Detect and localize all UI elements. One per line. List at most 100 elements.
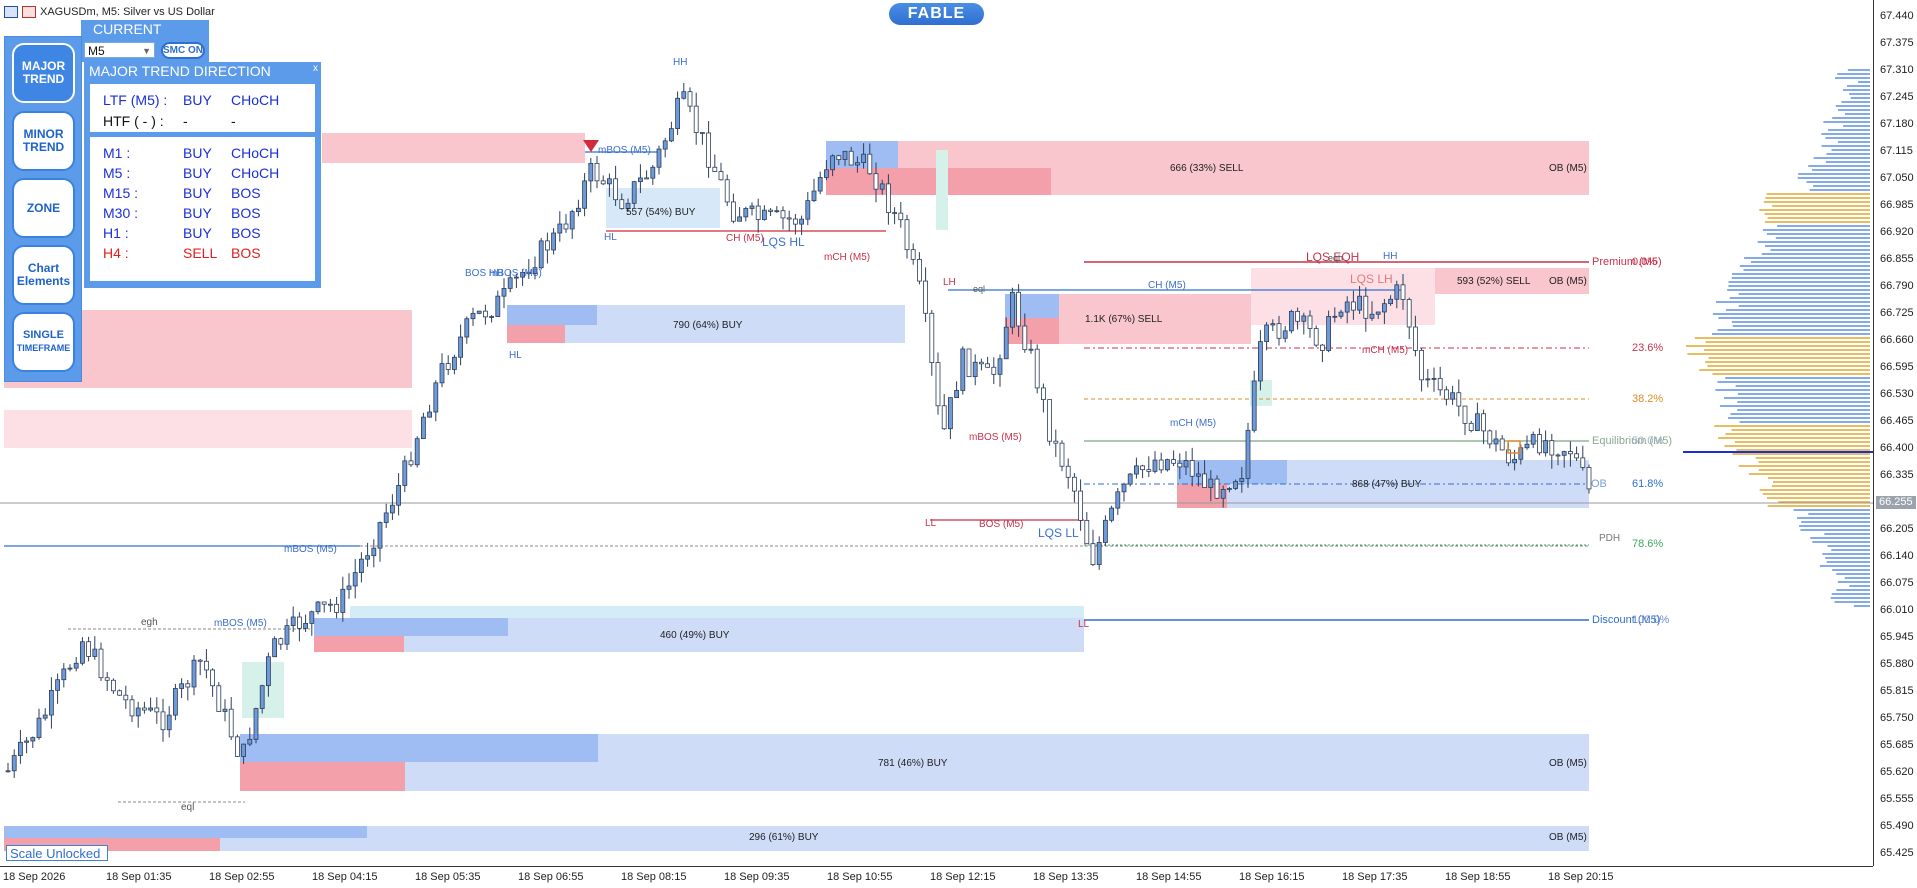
chart-settings-icon: [22, 6, 36, 18]
major-trend-line2: TREND: [22, 72, 65, 86]
candle-body: [1388, 298, 1393, 305]
candle-body: [272, 638, 278, 658]
trend-row-type: BOS: [231, 185, 261, 201]
candle-body: [111, 679, 116, 692]
candle-body: [706, 132, 711, 168]
candle-body: [582, 180, 587, 209]
candle-body: [247, 738, 253, 745]
candle-body: [898, 212, 904, 221]
single-timeframe-button[interactable]: SINGLE TIMEFRAME: [12, 312, 75, 372]
candle-body: [160, 711, 166, 731]
candle-body: [1022, 325, 1028, 351]
trend-row-dir: BUY: [183, 145, 212, 161]
timeframe-select[interactable]: M5 ▼: [84, 42, 155, 58]
chart-area[interactable]: 666 (33%) SELL OB (M5) 593 (52%) SELL OB…: [0, 0, 1873, 866]
trend-row-type: BOS: [231, 225, 261, 241]
candle-body: [1468, 422, 1474, 431]
candle-body: [67, 667, 73, 670]
time-tick: 18 Sep 16:15: [1239, 871, 1305, 883]
candle-body: [290, 616, 296, 627]
candle-body: [923, 280, 928, 314]
candle-body: [1078, 490, 1083, 521]
candle-body: [464, 318, 470, 338]
candle-body: [1431, 377, 1437, 380]
candle-body: [259, 685, 265, 709]
zone-label-460: 460 (49%) BUY: [660, 630, 730, 641]
candle-body: [427, 411, 433, 418]
candle-body: [1332, 315, 1338, 318]
candle-body: [135, 707, 141, 717]
candle-body: [55, 679, 60, 691]
candle-body: [1413, 326, 1418, 351]
candle-body: [303, 623, 309, 629]
trend-row-type: -: [231, 113, 236, 129]
candle-body: [873, 173, 879, 190]
candle-body: [470, 312, 476, 320]
fib-236-label: 23.6%: [1632, 342, 1664, 354]
candle-body: [712, 166, 718, 172]
candle-body: [203, 660, 209, 671]
candle-body: [408, 460, 414, 466]
current-title: CURRENT: [93, 21, 162, 37]
candle-body: [11, 755, 17, 772]
price-tick: 65.880: [1880, 658, 1914, 670]
candle-body: [234, 736, 240, 757]
price-tick: 66.855: [1880, 253, 1914, 265]
candle-body: [451, 356, 457, 370]
candle-body: [1313, 328, 1319, 346]
trend-row-tf: M15 :: [103, 185, 139, 201]
candle-body: [848, 150, 854, 166]
chart-elements-button[interactable]: Chart Elements: [12, 245, 75, 305]
candle-body: [1561, 451, 1567, 456]
candle-body: [941, 405, 947, 430]
candle-body: [1003, 326, 1009, 360]
candle-body: [1524, 443, 1530, 449]
buy-zone-296-strong: [4, 826, 367, 838]
zone-label-557: 557 (54%) BUY: [626, 207, 696, 218]
time-axis[interactable]: 18 Sep 2026 18 Sep 01:35 18 Sep 02:55 18 Se…: [0, 866, 1873, 888]
price-axis[interactable]: 67.440 67.375 67.310 67.245 67.180 67.115 67.0…: [1873, 0, 1917, 866]
candle-body: [662, 140, 668, 150]
time-tick: 18 Sep 06:55: [518, 871, 584, 883]
smc-toggle-button[interactable]: SMC ON: [161, 42, 205, 59]
candle-body: [1010, 291, 1015, 328]
candle-body: [638, 177, 643, 183]
major-trend-button[interactable]: MAJOR TREND: [12, 43, 75, 103]
candle-body: [482, 310, 488, 318]
candle-body: [278, 638, 284, 645]
sell-zone-left-2: [4, 410, 412, 448]
fib-50-label: 50.0%: [1632, 435, 1664, 447]
candle-body: [489, 316, 495, 318]
candle-body: [1406, 299, 1412, 328]
candle-body: [966, 348, 972, 378]
scale-unlocked-button[interactable]: Scale Unlocked: [6, 845, 108, 861]
price-tick: 66.725: [1880, 307, 1914, 319]
minor-trend-button[interactable]: MINOR TREND: [12, 111, 75, 171]
time-tick: 18 Sep 18:55: [1445, 871, 1511, 883]
candle-body: [830, 155, 835, 171]
price-tick: 65.750: [1880, 712, 1914, 724]
candle-body: [842, 150, 848, 160]
close-icon[interactable]: x: [313, 63, 318, 74]
time-tick: 18 Sep 20:15: [1548, 871, 1614, 883]
sell-signal-marker: [583, 140, 599, 152]
eqh-label: eqh: [1328, 253, 1344, 263]
candle-body: [799, 218, 804, 225]
side-panel: MAJOR TREND MINOR TREND ZONE Chart Elements…: [4, 36, 82, 382]
candle-body: [42, 714, 48, 719]
candle-body: [1487, 430, 1493, 445]
price-tick: 65.685: [1880, 739, 1914, 751]
zone-button[interactable]: ZONE: [12, 178, 75, 238]
candle-body: [1041, 387, 1046, 400]
candle-body: [948, 397, 953, 430]
lqs-lh-label: LQS LH: [1350, 272, 1393, 286]
eql-label: eql: [181, 802, 195, 813]
fib-618-label: 61.8%: [1632, 478, 1664, 490]
brand-button[interactable]: FABLE: [889, 3, 984, 25]
price-tick: 66.595: [1880, 361, 1914, 373]
lqs-hl-label: LQS HL: [762, 235, 805, 249]
candle-body: [1251, 380, 1257, 431]
hl-label-2: HL: [509, 350, 522, 361]
candle-body: [191, 659, 197, 688]
trend-row-tf: M30 :: [103, 205, 139, 221]
